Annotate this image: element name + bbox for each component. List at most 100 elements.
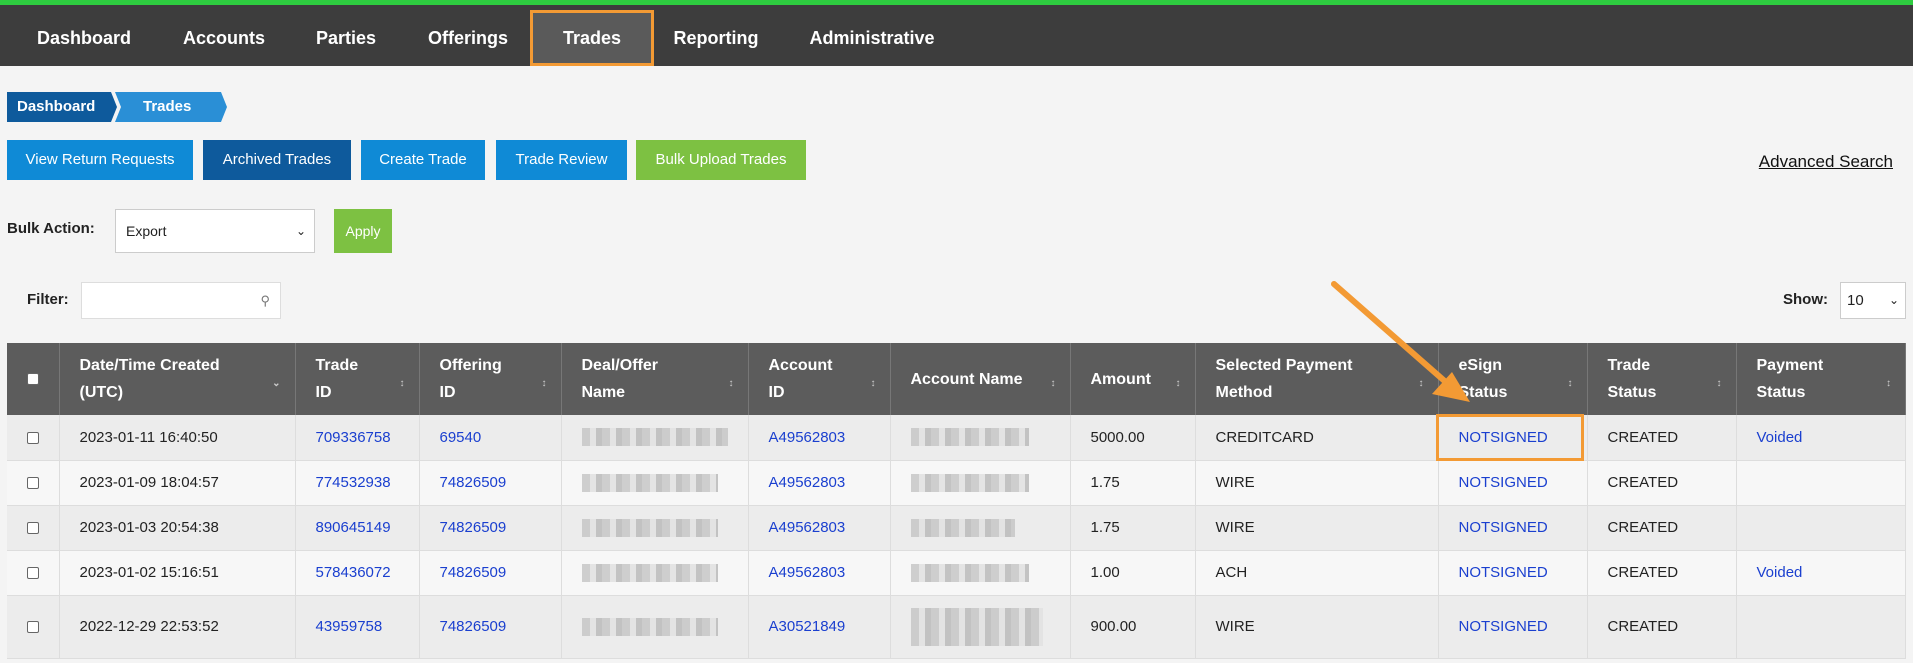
view-return-requests-button[interactable]: View Return Requests — [7, 140, 193, 180]
breadcrumb-dashboard[interactable]: Dashboard — [7, 92, 117, 122]
bulk-action-value: Export — [126, 223, 167, 239]
cell-account-id[interactable]: A49562803 — [748, 415, 891, 461]
table-row: 2023-01-03 20:54:38 890645149 74826509 A… — [7, 505, 1906, 551]
header-label: Deal/Offer — [581, 357, 658, 374]
select-all-checkbox[interactable] — [26, 373, 39, 386]
cell-payment-status[interactable]: Voided — [1736, 550, 1906, 596]
cell-esign-status[interactable]: NOTSIGNED — [1438, 550, 1588, 596]
header-date-created[interactable]: Date/Time Created (UTC) ⌄ — [59, 343, 296, 415]
show-label: Show: — [1783, 291, 1828, 308]
cell-esign-status[interactable]: NOTSIGNED — [1438, 505, 1588, 551]
header-payment-method[interactable]: Selected Payment Method ↕ — [1195, 343, 1439, 415]
nav-item-dashboard[interactable]: Dashboard — [22, 10, 146, 66]
cell-trade-id[interactable]: 709336758 — [295, 415, 420, 461]
sort-icon: ↕ — [1418, 378, 1424, 389]
cell-payment-status[interactable]: Voided — [1736, 415, 1906, 461]
apply-button[interactable]: Apply — [334, 209, 392, 253]
show-select[interactable]: 10 ⌄ — [1840, 282, 1906, 319]
redacted-text — [910, 563, 1029, 582]
header-label: Offering — [439, 357, 502, 374]
row-checkbox[interactable] — [26, 522, 39, 535]
cell-trade-id[interactable]: 43959758 — [295, 595, 420, 659]
cell-account-id[interactable]: A30521849 — [748, 595, 891, 659]
header-label: eSign — [1458, 357, 1503, 374]
create-trade-button[interactable]: Create Trade — [361, 140, 485, 180]
header-esign-status[interactable]: eSign Status ↕ — [1438, 343, 1588, 415]
header-trade-id[interactable]: Trade ID ↕ — [295, 343, 420, 415]
cell-offering-id[interactable]: 74826509 — [419, 550, 562, 596]
cell-offering-id[interactable]: 74826509 — [419, 505, 562, 551]
cell-payment-status[interactable] — [1736, 460, 1906, 506]
row-checkbox[interactable] — [26, 477, 39, 490]
nav-item-reporting[interactable]: Reporting — [666, 10, 766, 66]
bulk-action-select[interactable]: Export ⌄ — [115, 209, 315, 253]
row-checkbox[interactable] — [26, 621, 39, 634]
sort-icon: ↕ — [1175, 378, 1181, 389]
cell-payment-status[interactable] — [1736, 595, 1906, 659]
table-row: 2023-01-02 15:16:51 578436072 74826509 A… — [7, 550, 1906, 596]
row-select-cell — [7, 505, 60, 551]
filter-input[interactable]: ⚲ — [81, 282, 281, 319]
header-label: Amount — [1090, 370, 1151, 388]
cell-offering-id[interactable]: 74826509 — [419, 595, 562, 659]
table-row: 2022-12-29 22:53:52 43959758 74826509 A3… — [7, 595, 1906, 659]
cell-created: 2023-01-11 16:40:50 — [59, 415, 296, 461]
cell-account-name — [890, 505, 1071, 551]
header-label: Method — [1215, 384, 1273, 401]
cell-account-id[interactable]: A49562803 — [748, 505, 891, 551]
header-label: ID — [768, 384, 785, 401]
bulk-upload-trades-button[interactable]: Bulk Upload Trades — [636, 140, 806, 180]
cell-created: 2023-01-09 18:04:57 — [59, 460, 296, 506]
cell-trade-id[interactable]: 890645149 — [295, 505, 420, 551]
header-trade-status[interactable]: Trade Status ↕ — [1587, 343, 1737, 415]
header-amount[interactable]: Amount ↕ — [1070, 343, 1196, 415]
redacted-text — [910, 428, 1029, 447]
header-payment-status[interactable]: Payment Status ↕ — [1736, 343, 1906, 415]
redacted-text — [581, 473, 718, 492]
chevron-down-icon: ⌄ — [295, 224, 306, 238]
trade-review-button[interactable]: Trade Review — [496, 140, 627, 180]
header-label: Trade — [1607, 357, 1651, 374]
header-label: Date/Time Created — [79, 357, 220, 374]
cell-payment-status[interactable] — [1736, 505, 1906, 551]
cell-payment-method: WIRE — [1195, 460, 1439, 506]
cell-esign-status[interactable]: NOTSIGNED — [1438, 460, 1588, 506]
cell-created: 2022-12-29 22:53:52 — [59, 595, 296, 659]
sort-icon: ↕ — [399, 378, 405, 389]
cell-offering-id[interactable]: 69540 — [419, 415, 562, 461]
header-account-id[interactable]: Account ID ↕ — [748, 343, 891, 415]
row-checkbox[interactable] — [26, 567, 39, 580]
nav-item-offerings[interactable]: Offerings — [420, 10, 516, 66]
cell-esign-status[interactable]: NOTSIGNED — [1438, 595, 1588, 659]
row-checkbox[interactable] — [26, 431, 39, 444]
redacted-text — [581, 518, 718, 537]
cell-trade-id[interactable]: 774532938 — [295, 460, 420, 506]
cell-esign-status[interactable]: NOTSIGNED — [1438, 415, 1588, 461]
cell-payment-method: WIRE — [1195, 595, 1439, 659]
header-label: Status — [1458, 384, 1508, 401]
nav-item-trades[interactable]: Trades — [530, 10, 654, 66]
breadcrumb-trades[interactable]: Trades — [115, 92, 227, 122]
cell-created: 2023-01-03 20:54:38 — [59, 505, 296, 551]
header-offering-id[interactable]: Offering ID ↕ — [419, 343, 562, 415]
nav-item-accounts[interactable]: Accounts — [166, 10, 282, 66]
cell-trade-id[interactable]: 578436072 — [295, 550, 420, 596]
row-select-cell — [7, 415, 60, 461]
cell-payment-method: WIRE — [1195, 505, 1439, 551]
nav-item-administrative[interactable]: Administrative — [804, 10, 940, 66]
header-account-name[interactable]: Account Name ↕ — [890, 343, 1071, 415]
cell-account-id[interactable]: A49562803 — [748, 550, 891, 596]
filter-label: Filter: — [27, 291, 69, 308]
table-header-row: Date/Time Created (UTC) ⌄ Trade ID ↕ Offerin… — [7, 343, 1906, 415]
advanced-search-link[interactable]: Advanced Search — [1759, 152, 1893, 172]
cell-offering-id[interactable]: 74826509 — [419, 460, 562, 506]
nav-item-parties[interactable]: Parties — [300, 10, 392, 66]
cell-account-id[interactable]: A49562803 — [748, 460, 891, 506]
header-deal-name[interactable]: Deal/Offer Name ↕ — [561, 343, 749, 415]
redacted-text — [581, 428, 728, 447]
header-label: Account Name — [910, 370, 1023, 388]
header-label: Status — [1756, 384, 1806, 401]
archived-trades-button[interactable]: Archived Trades — [203, 140, 351, 180]
header-label: Payment — [1756, 357, 1824, 374]
cell-trade-status: CREATED — [1587, 505, 1737, 551]
